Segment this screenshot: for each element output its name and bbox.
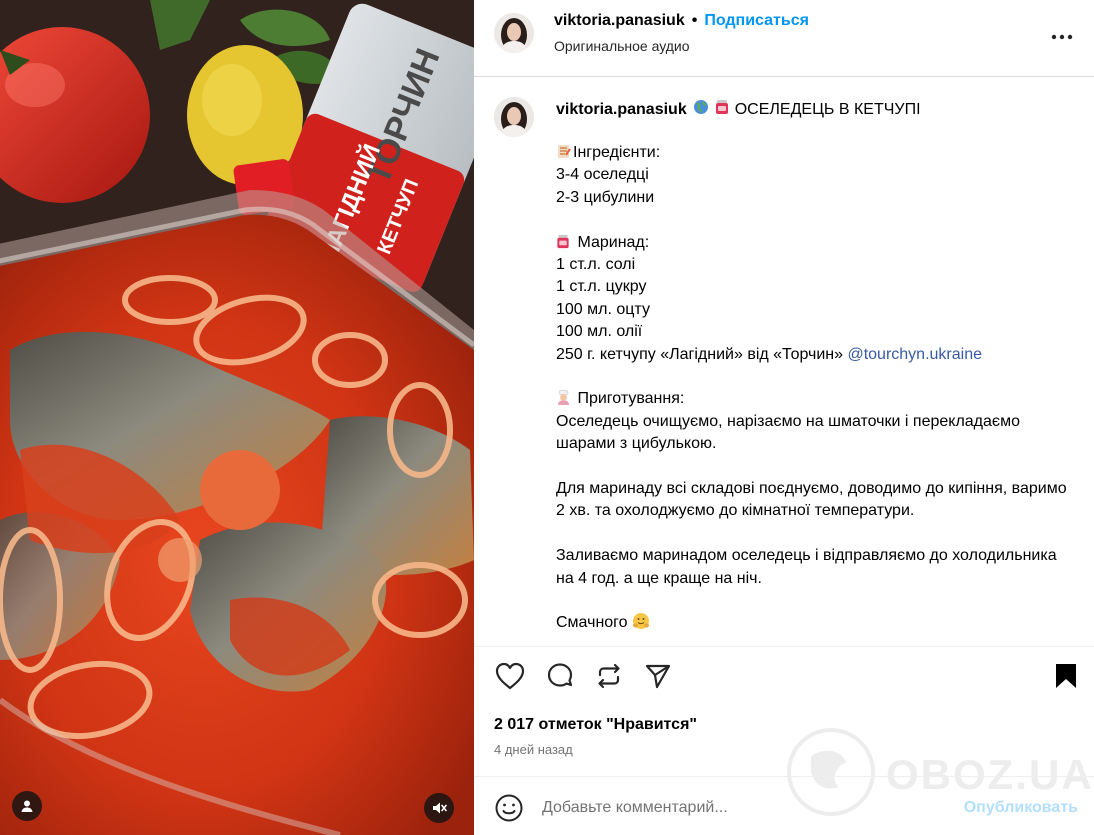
repost-button[interactable]	[593, 662, 625, 694]
caption-line-text: 1 ст.л. солі	[556, 256, 636, 274]
caption-line: Інгредієнти:	[556, 142, 1076, 164]
caption-line-text: 100 мл. оцту	[556, 300, 650, 318]
caption-line: 1 ст.л. цукру	[556, 276, 1076, 298]
caption-line: 100 мл. оцту	[556, 299, 1076, 321]
more-horizontal-icon	[1051, 27, 1073, 45]
audio-label[interactable]: Оригинальное аудио	[554, 38, 690, 54]
caption-line-text: Оселедець очищуємо, нарізаємо на шматочк…	[556, 412, 1025, 453]
caption-line: 1 ст.л. солі	[556, 254, 1076, 276]
caption-line-text: 250 г. кетчупу «Лагідний» від «Торчин»	[556, 345, 848, 363]
caption-line-text: 100 мл. олії	[556, 323, 643, 341]
send-button[interactable]	[642, 662, 674, 694]
caption-line: Для маринаду всі складові поєднуємо, дов…	[556, 478, 1076, 523]
like-button[interactable]	[494, 662, 526, 694]
emoji-picker-button[interactable]	[494, 793, 524, 823]
follow-button[interactable]: Подписаться	[704, 12, 809, 29]
heart-icon	[495, 662, 525, 695]
post-header: viktoria.panasiuk • Подписаться Оригинальн…	[474, 0, 1094, 77]
caption-author-avatar[interactable]	[494, 97, 534, 137]
send-icon	[644, 662, 672, 695]
comment-button[interactable]	[544, 662, 576, 694]
cook-emoji-icon	[556, 390, 571, 406]
jar-emoji-icon	[556, 234, 571, 249]
post-side-panel: viktoria.panasiuk • Подписаться Оригинальн…	[474, 0, 1094, 835]
caption-line: 250 г. кетчупу «Лагідний» від «Торчин» @…	[556, 344, 1076, 366]
repost-icon	[595, 662, 623, 695]
more-options-button[interactable]	[1050, 24, 1074, 48]
post-timestamp[interactable]: 4 дней назад	[494, 742, 573, 757]
author-avatar[interactable]	[494, 13, 534, 53]
caption-line-text: Інгредієнти:	[573, 144, 661, 161]
publish-comment-button[interactable]: Опубликовать	[964, 799, 1078, 817]
actions-divider	[474, 646, 1094, 647]
caption-line-text: Смачного	[556, 614, 628, 632]
user-tag-button[interactable]	[12, 791, 42, 821]
caption-line-text: 3-4 оселедці	[556, 166, 649, 184]
caption-section: viktoria.panasiuk ОСЕЛЕДЕЦЬ В КЕТЧУПІ Ін…	[474, 78, 1094, 646]
comment-bar: Опубликовать	[474, 776, 1094, 835]
speaker-muted-icon	[431, 800, 447, 816]
caption-line: Заливаємо маринадом оселедець і відправл…	[556, 545, 1076, 590]
caption-line: 3-4 оселедці	[556, 164, 1076, 186]
action-bar	[494, 662, 1080, 696]
post-photo[interactable]: ТОРЧИН ЛАГІДНИЙ КЕТЧУП	[0, 0, 474, 835]
hugging-emoji-icon	[632, 612, 650, 630]
caption-line-text: Приготування:	[573, 390, 685, 408]
caption-line-text: 1 ст.л. цукру	[556, 278, 647, 296]
memo-emoji-icon	[556, 144, 571, 159]
caption-line: Маринад:	[556, 232, 1076, 254]
header-user-line: viktoria.panasiuk • Подписаться	[554, 12, 809, 30]
caption-line-text: Для маринаду всі складові поєднуємо, дов…	[556, 480, 1072, 520]
globe-emoji-icon	[693, 99, 709, 120]
caption-line-text: Заливаємо маринадом оселедець і відправл…	[556, 547, 1062, 587]
comment-icon	[546, 662, 574, 695]
caption-text: Інгредієнти: 3-4 оселедці 2-3 цибулини Мар…	[556, 142, 1076, 635]
mention-link[interactable]: @tourchyn.ukraine	[847, 346, 982, 363]
caption-line: Смачного	[556, 612, 1076, 634]
caption-title: ОСЕЛЕДЕЦЬ В КЕТЧУПІ	[734, 100, 921, 118]
caption-line: Оселедець очищуємо, нарізаємо на шматочк…	[556, 411, 1076, 456]
caption-head: viktoria.panasiuk ОСЕЛЕДЕЦЬ В КЕТЧУПІ	[556, 99, 921, 120]
caption-line-text: Маринад:	[573, 233, 650, 251]
caption-line: Приготування:	[556, 388, 1076, 410]
separator-dot: •	[691, 12, 698, 29]
likes-count[interactable]: 2 017 отметок "Нравится"	[494, 716, 697, 734]
bookmark-icon	[1054, 662, 1078, 695]
herring-in-ketchup-photo: ТОРЧИН ЛАГІДНИЙ КЕТЧУП	[0, 0, 474, 835]
mute-button[interactable]	[424, 793, 454, 823]
jar-emoji-icon	[715, 99, 729, 120]
smiley-icon	[494, 794, 524, 827]
user-tag-icon	[20, 799, 34, 813]
author-username[interactable]: viktoria.panasiuk	[554, 12, 685, 29]
save-button[interactable]	[1050, 662, 1082, 694]
caption-username[interactable]: viktoria.panasiuk	[556, 101, 687, 119]
caption-line-text: 2-3 цибулини	[556, 188, 655, 206]
caption-line: 100 мл. олії	[556, 321, 1076, 343]
caption-line: 2-3 цибулини	[556, 187, 1076, 209]
comment-input[interactable]	[542, 796, 962, 820]
